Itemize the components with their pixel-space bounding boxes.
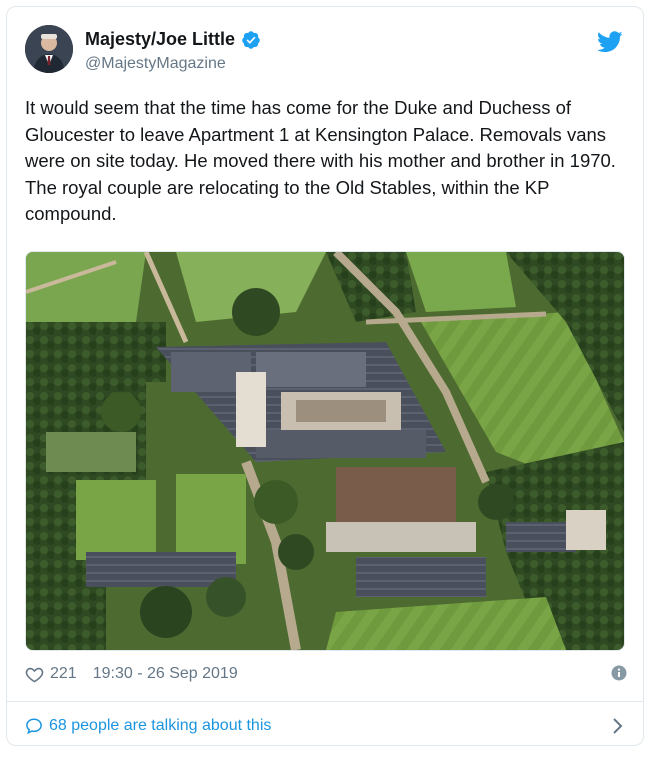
tweet-photo[interactable] bbox=[25, 251, 625, 651]
avatar-image bbox=[25, 25, 73, 73]
divider bbox=[7, 701, 643, 702]
conversation-count-label: 68 people are talking about this bbox=[49, 717, 272, 734]
aerial-photo bbox=[26, 252, 624, 650]
tweet-text: It would seem that the time has come for… bbox=[25, 97, 616, 224]
avatar[interactable] bbox=[25, 25, 73, 73]
tweet-timestamp[interactable]: 19:30 - 26 Sep 2019 bbox=[93, 665, 238, 683]
speech-bubble-icon bbox=[26, 718, 42, 735]
like-count[interactable]: 221 bbox=[50, 665, 77, 683]
author-name-row[interactable]: Majesty/Joe Little bbox=[85, 29, 261, 50]
tweet-card: Majesty/Joe Little @MajestyMagazine It w… bbox=[6, 6, 644, 746]
heart-icon[interactable] bbox=[25, 665, 44, 684]
author-display-name[interactable]: Majesty/Joe Little bbox=[85, 29, 235, 50]
chevron-right-icon[interactable] bbox=[611, 717, 623, 735]
conversation-link[interactable]: 68 people are talking about this bbox=[25, 713, 623, 739]
verified-badge-icon bbox=[242, 30, 260, 49]
tweet-meta-row: 221 19:30 - 26 Sep 2019 bbox=[25, 663, 627, 685]
author-handle[interactable]: @MajestyMagazine bbox=[85, 55, 226, 73]
info-icon[interactable] bbox=[611, 665, 627, 681]
twitter-bird-icon[interactable] bbox=[597, 31, 623, 53]
